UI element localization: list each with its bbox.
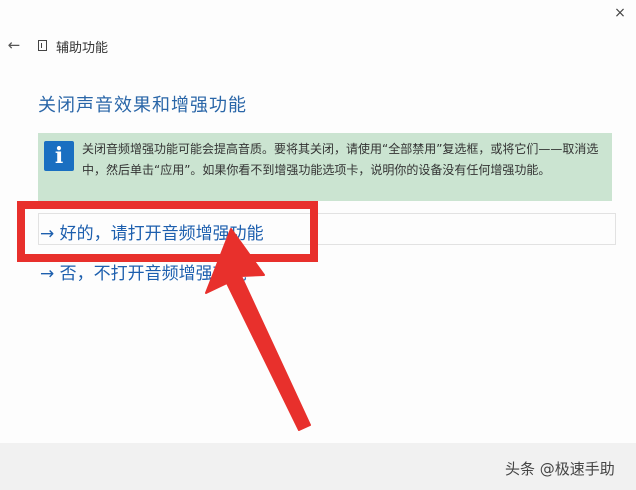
dialog-window: ← 辅助功能 × 关闭声音效果和增强功能 i 关闭音频增强功能可能会提高音质。要…	[0, 0, 636, 490]
annotation-arrow-icon	[205, 228, 311, 431]
annotation-arrow-shape	[205, 228, 311, 431]
watermark-text: 头条 @极速手助	[505, 460, 615, 478]
